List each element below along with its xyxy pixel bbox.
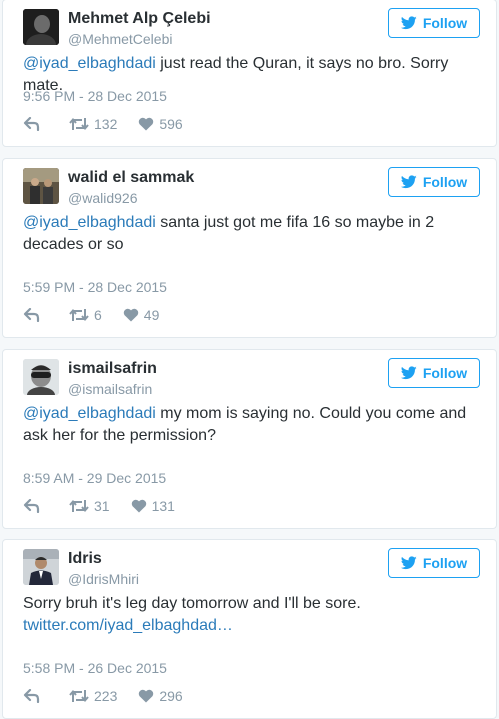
like-button[interactable]: 131 [131, 498, 175, 514]
avatar[interactable] [23, 359, 59, 395]
like-button[interactable]: 296 [138, 688, 183, 704]
user-handle[interactable]: @MehmetCelebi [68, 31, 172, 47]
tweet-text: @iyad_elbaghdadi my mom is saying no. Co… [23, 403, 482, 447]
tweet-link[interactable]: twitter.com/iyad_elbaghdad… [23, 615, 482, 637]
heart-icon [139, 117, 154, 131]
tweet-text: Sorry bruh it's leg day tomorrow and I'l… [23, 593, 482, 637]
display-name[interactable]: Mehmet Alp Çelebi [68, 10, 211, 28]
timestamp[interactable]: 9:56 PM - 28 Dec 2015 [23, 88, 167, 104]
follow-button[interactable]: Follow [388, 8, 480, 38]
heart-icon [139, 689, 154, 703]
timestamp[interactable]: 5:58 PM - 26 Dec 2015 [23, 660, 167, 676]
reply-button[interactable] [23, 499, 41, 513]
twitter-bird-icon [400, 175, 417, 189]
retweet-button[interactable]: 223 [69, 688, 117, 704]
retweet-count: 31 [94, 498, 110, 514]
reply-button[interactable] [23, 308, 41, 322]
follow-label: Follow [422, 365, 468, 381]
mention-link[interactable]: @iyad_elbaghdadi [23, 405, 156, 422]
like-count: 49 [143, 307, 160, 323]
tweet-body: Sorry bruh it's leg day tomorrow and I'l… [23, 595, 361, 612]
user-handle[interactable]: @IdrisMhiri [68, 571, 139, 587]
mention-link[interactable]: @iyad_elbaghdadi [23, 214, 156, 231]
reply-button[interactable] [23, 117, 41, 131]
display-name[interactable]: walid el sammak [68, 169, 194, 187]
like-count: 596 [159, 116, 183, 132]
tweet-card: Idris @IdrisMhiri Follow Sorry bruh it's… [2, 539, 497, 719]
avatar[interactable] [23, 549, 59, 585]
retweet-button[interactable]: 132 [69, 116, 117, 132]
tweet-card: walid el sammak @walid926 Follow @iyad_e… [2, 158, 497, 338]
retweet-count: 6 [94, 307, 102, 323]
retweet-icon [69, 689, 89, 703]
timestamp[interactable]: 8:59 AM - 29 Dec 2015 [23, 470, 166, 486]
timestamp[interactable]: 5:59 PM - 28 Dec 2015 [23, 279, 167, 295]
display-name[interactable]: Idris [68, 550, 102, 568]
follow-button[interactable]: Follow [388, 167, 480, 197]
reply-icon [23, 689, 40, 703]
twitter-bird-icon [400, 16, 417, 30]
tweet-card: Mehmet Alp Çelebi @MehmetCelebi Follow @… [2, 0, 497, 147]
like-button[interactable]: 49 [123, 307, 160, 323]
follow-label: Follow [422, 555, 468, 571]
heart-icon [123, 308, 138, 322]
avatar[interactable] [23, 9, 59, 45]
user-handle[interactable]: @walid926 [68, 190, 137, 206]
like-count: 296 [159, 688, 183, 704]
reply-icon [23, 308, 40, 322]
retweet-count: 132 [94, 116, 118, 132]
user-handle[interactable]: @ismailsafrin [68, 381, 152, 397]
follow-label: Follow [422, 15, 468, 31]
retweet-icon [69, 499, 89, 513]
twitter-bird-icon [400, 366, 417, 380]
tweet-actions: 223 296 [23, 687, 183, 705]
like-count: 131 [151, 498, 175, 514]
tweet-text: @iyad_elbaghdadi santa just got me fifa … [23, 212, 482, 256]
like-button[interactable]: 596 [138, 116, 183, 132]
follow-button[interactable]: Follow [388, 548, 480, 578]
tweet-card: ismailsafrin @ismailsafrin Follow @iyad_… [2, 349, 497, 529]
retweet-icon [69, 117, 89, 131]
reply-icon [23, 117, 40, 131]
follow-button[interactable]: Follow [388, 358, 480, 388]
mention-link[interactable]: @iyad_elbaghdadi [23, 55, 156, 72]
retweet-button[interactable]: 31 [69, 498, 110, 514]
retweet-button[interactable]: 6 [69, 307, 102, 323]
retweet-icon [69, 308, 89, 322]
follow-label: Follow [422, 174, 468, 190]
display-name[interactable]: ismailsafrin [68, 360, 157, 378]
twitter-bird-icon [400, 556, 417, 570]
tweet-actions: 132 596 [23, 115, 183, 133]
tweet-actions: 31 131 [23, 497, 175, 515]
reply-button[interactable] [23, 689, 41, 703]
reply-icon [23, 499, 40, 513]
retweet-count: 223 [94, 688, 118, 704]
avatar[interactable] [23, 168, 59, 204]
tweet-actions: 6 49 [23, 306, 159, 324]
heart-icon [131, 499, 146, 513]
